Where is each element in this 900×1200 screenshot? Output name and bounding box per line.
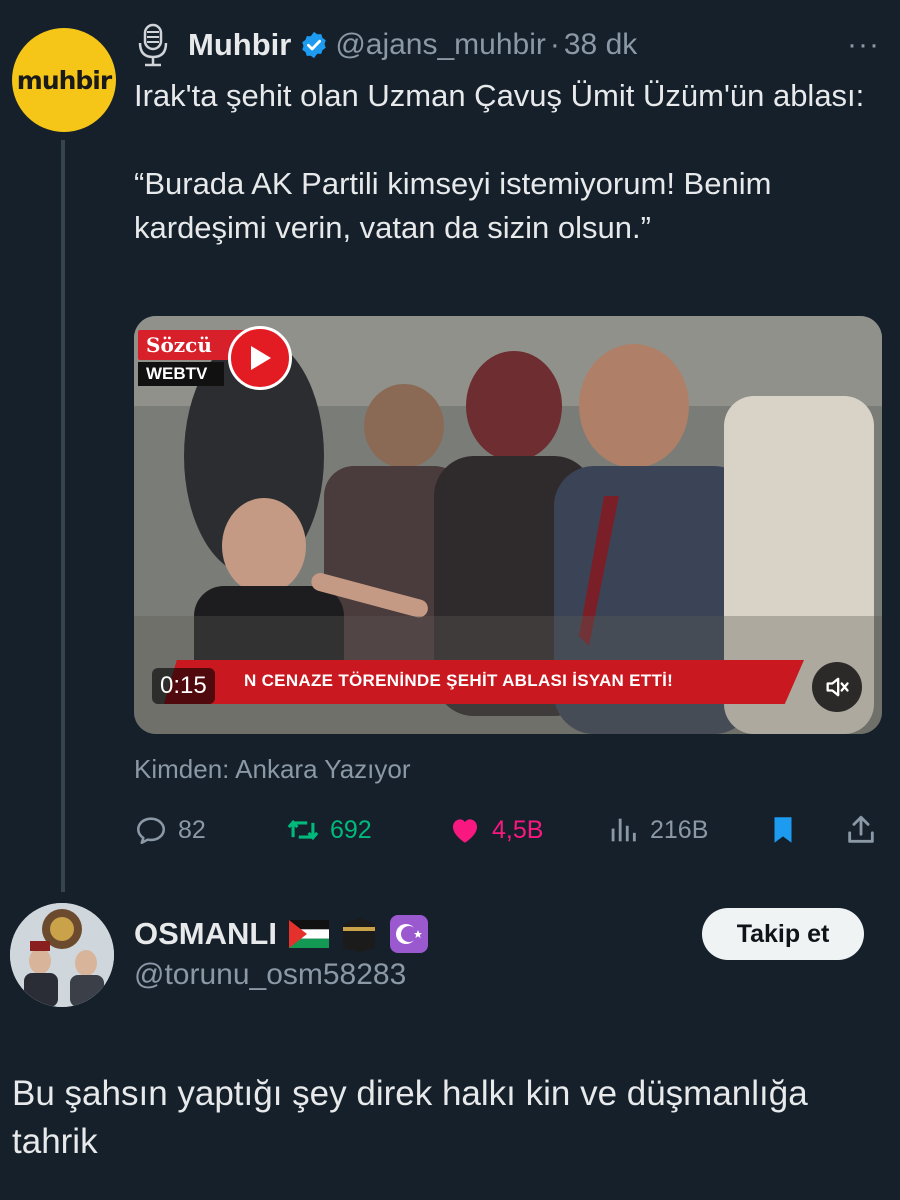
follow-button[interactable]: Takip et [702, 908, 864, 960]
reply-author-name[interactable]: OSMANLI [134, 916, 277, 952]
like-button[interactable]: 4,5B [448, 806, 543, 854]
tweet-text-line: Irak'ta şehit olan Uzman Çavuş Ümit Üzüm… [134, 78, 865, 113]
like-count: 4,5B [492, 815, 544, 844]
reply-icon [136, 817, 166, 845]
author-avatar[interactable]: muhbir [12, 28, 116, 132]
kaaba-icon [342, 918, 375, 952]
microphone-icon [138, 23, 168, 67]
tweet-source[interactable]: Kimden: Ankara Yazıyor [134, 754, 411, 785]
heart-icon [452, 819, 478, 843]
views-count: 216B [650, 815, 709, 844]
author-name[interactable]: Muhbir [188, 27, 291, 63]
retweet-button[interactable]: 692 [286, 806, 372, 854]
video-player[interactable]: Sözcü WEBTV N CENAZE TÖRENİNDE ŞEHİT ABL… [134, 316, 882, 734]
tweet-quote-line: “Burada AK Partili kimseyi istemiyorum! … [134, 166, 772, 245]
mute-button[interactable] [812, 662, 862, 712]
reply-author-handle[interactable]: @torunu_osm58283 [134, 958, 406, 992]
video-duration: 0:15 [152, 668, 215, 704]
channel-logo-sub: WEBTV [138, 362, 224, 386]
verified-badge-icon [302, 31, 327, 59]
retweet-count: 692 [330, 815, 372, 844]
palestine-flag-icon [288, 920, 329, 948]
speaker-muted-icon [826, 677, 849, 697]
play-icon [228, 326, 292, 390]
reply-author-row: OSMANLI [134, 912, 439, 956]
news-banner-text: N CENAZE TÖRENİNDE ŞEHİT ABLASI İSYAN ET… [244, 671, 674, 690]
avatar-portrait [10, 903, 114, 1007]
views-chart-icon [611, 818, 636, 842]
bookmark-button[interactable] [766, 806, 800, 854]
tweet-timestamp[interactable]: 38 dk [564, 28, 637, 62]
avatar-logo-text: muhbir [16, 65, 112, 95]
retweet-icon [287, 819, 319, 841]
star-and-crescent-icon [389, 915, 428, 953]
tweet-actions: 82 692 4,5B 216B [134, 806, 882, 854]
bookmark-icon [774, 817, 792, 843]
separator-dot: · [549, 28, 560, 61]
reply-count: 82 [178, 815, 206, 844]
views-button[interactable]: 216B [606, 806, 708, 854]
reply-author-avatar[interactable] [10, 903, 114, 1007]
more-options-icon[interactable]: ··· [847, 28, 880, 62]
thread-line [61, 140, 65, 892]
tweet-header: Muhbir @ajans_muhbir · 38 dk ··· [134, 22, 880, 68]
tweet-text: Irak'ta şehit olan Uzman Çavuş Ümit Üzüm… [134, 74, 874, 250]
share-button[interactable] [844, 806, 878, 854]
author-handle[interactable]: @ajans_muhbir [335, 28, 546, 62]
reply-text: Bu şahsın yaptığı şey direk halkı kin ve… [12, 1074, 808, 1161]
share-icon [848, 815, 874, 843]
reply-button[interactable]: 82 [134, 806, 206, 854]
